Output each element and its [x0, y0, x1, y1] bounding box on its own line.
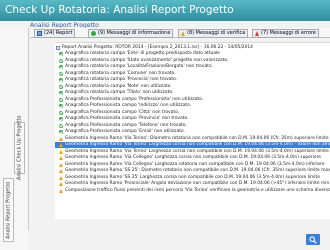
- report-row-text: Geometria Ingresso Ramo 'SS 25' Larghezz…: [65, 174, 320, 180]
- warning-icon: [59, 156, 63, 160]
- report-list[interactable]: Report Analisi Progetto: ROTOR 2014 - [E…: [55, 42, 330, 219]
- report-row-text: Anagrafica Professionista campo 'Profess…: [65, 96, 204, 102]
- warning-icon: [59, 149, 63, 154]
- report-row[interactable]: Anagrafica rotatoria campo 'Stato avanza…: [55, 58, 330, 64]
- report-row-text: Geometria Ingresso Ramo 'Via Collegno' L…: [65, 161, 325, 167]
- warning-icon: [59, 143, 63, 147]
- report-row-text: Anagrafica rotatoria campo 'Comune' non …: [65, 70, 176, 76]
- warning-icon: [59, 182, 63, 186]
- report-row[interactable]: Anagrafica rotatoria campo 'Località/Fra…: [55, 64, 330, 70]
- sidebar-tab-check-up[interactable]: Analisi Check Up Progetto: [14, 116, 25, 180]
- report-row-text: Anagrafica Professionista campo 'Email' …: [65, 129, 185, 134]
- report-row-text: Anagrafica rotatoria campo 'Note' non ut…: [65, 83, 172, 89]
- tab-report-label: (24) Report: [44, 30, 73, 36]
- report-row-text: Anagrafica rotatoria campo 'Titolo' non …: [65, 90, 174, 95]
- report-row[interactable]: Composizione traffico flussi presenti de…: [55, 188, 330, 194]
- report-row[interactable]: Geometria Ingresso Ramo 'Via Torino' Lar…: [55, 149, 330, 155]
- warning-icon: [59, 136, 63, 141]
- ok-check-icon: [59, 91, 63, 95]
- sidebar-tab-analisi-report[interactable]: Analisi Report Progetto: [3, 178, 14, 242]
- report-row-text: Anagrafica rotatoria campo 'Località/Fra…: [65, 64, 213, 69]
- report-row-text: Composizione traffico flussi presenti de…: [65, 187, 330, 193]
- warning-icon: [59, 188, 63, 193]
- report-row[interactable]: Anagrafica rotatoria campo 'Ente' di pro…: [55, 51, 330, 57]
- tab-error-messages[interactable]: (7) Messaggi di errore: [252, 29, 319, 38]
- info-icon: [91, 31, 96, 36]
- report-row-text: Geometria Ingresso Ramo 'Via Torino' Lar…: [65, 148, 329, 154]
- tab-error-label: (7) Messaggi di errore: [261, 30, 316, 36]
- error-icon: [255, 31, 259, 36]
- warning-icon: [59, 175, 63, 180]
- ok-check-icon: [59, 117, 63, 121]
- report-row-text: Geometria Ingresso Ramo 'Via Collegno' L…: [65, 155, 321, 160]
- report-row[interactable]: Anagrafica Professionista campo 'Indiriz…: [55, 103, 330, 109]
- sidebar-tab-label: Analisi Report Progetto: [5, 181, 12, 239]
- report-row-text: Anagrafica Professionista campo 'Provinc…: [65, 116, 189, 121]
- search-button[interactable]: [306, 234, 320, 245]
- report-row[interactable]: Anagrafica Professionista campo 'Telefon…: [55, 123, 330, 129]
- report-row-text: Geometria Ingresso Ramo 'Via Torino': Di…: [65, 135, 330, 141]
- warning-icon: [59, 169, 63, 173]
- sidebar: Analisi Report Progetto Analisi Check Up…: [0, 28, 29, 250]
- tab-verify-label: (8) Messaggi di verifica: [187, 30, 246, 36]
- ok-check-icon: [59, 52, 63, 56]
- report-row-text: Anagrafica rotatoria campo 'Provincia' n…: [65, 77, 178, 82]
- report-row-text: Geometria Ingresso Ramo 'Provinciale' An…: [65, 181, 330, 186]
- report-row-text: Geometria Ingresso Ramo 'Via Torino' Lar…: [65, 142, 330, 147]
- report-row[interactable]: Anagrafica Professionista campo 'Città' …: [55, 110, 330, 116]
- report-row[interactable]: Anagrafica rotatoria campo 'Note' non ut…: [55, 84, 330, 90]
- report-row[interactable]: Geometria Ingresso Ramo 'Via Torino': Di…: [55, 136, 330, 142]
- ok-check-icon: [59, 78, 63, 82]
- report-row-text: Anagrafica rotatoria campo 'Ente' di pro…: [65, 51, 220, 56]
- report-icon: [37, 31, 42, 36]
- report-row[interactable]: Geometria Ingresso Ramo 'Via Collegno' L…: [55, 162, 330, 168]
- report-row[interactable]: Anagrafica rotatoria campo 'Comune' non …: [55, 71, 330, 77]
- report-row-text: Geometria Ingresso Ramo 'SS 25': Diametr…: [65, 168, 330, 173]
- report-row[interactable]: Geometria Ingresso Ramo 'SS 25': Diametr…: [55, 168, 330, 174]
- warning-icon: [181, 31, 185, 36]
- report-row[interactable]: Geometria Ingresso Ramo 'Provinciale' An…: [55, 181, 330, 187]
- report-row-text: Anagrafica rotatoria campo 'Stato avanza…: [65, 57, 229, 63]
- tab-report[interactable]: (24) Report: [34, 29, 76, 38]
- report-row[interactable]: Geometria Ingresso Ramo 'Via Collegno' L…: [55, 155, 330, 161]
- report-row-text: Anagrafica Professionista campo 'Città' …: [65, 109, 180, 115]
- ok-check-icon: [59, 130, 63, 134]
- tab-info-messages[interactable]: (9) Messaggi di informazione: [88, 29, 174, 38]
- bottom-bar: [28, 230, 330, 250]
- report-row-text: Anagrafica Professionista campo 'Indiriz…: [65, 103, 192, 108]
- report-row[interactable]: Geometria Ingresso Ramo 'SS 25' Larghezz…: [55, 175, 330, 181]
- report-row[interactable]: Geometria Ingresso Ramo 'Via Torino' Lar…: [55, 142, 330, 148]
- search-icon: [309, 235, 317, 244]
- warning-icon: [59, 162, 63, 167]
- tab-info-label: (9) Messaggi di informazione: [98, 30, 171, 36]
- report-row[interactable]: Anagrafica Professionista campo 'Email' …: [55, 129, 330, 135]
- filter-toolbar: (24) Report (9) Messaggi di informazione…: [30, 28, 330, 38]
- ok-check-icon: [59, 97, 63, 102]
- report-row[interactable]: Anagrafica Professionista campo 'Provinc…: [55, 116, 330, 122]
- ok-check-icon: [59, 84, 63, 89]
- ok-check-icon: [59, 65, 63, 69]
- ok-check-icon: [59, 110, 63, 115]
- window-title: Check Up Rotatoria: Analisi Report Proge…: [0, 0, 330, 21]
- report-row[interactable]: Anagrafica rotatoria campo 'Provincia' n…: [55, 77, 330, 83]
- tab-verify-messages[interactable]: (8) Messaggi di verifica: [178, 29, 249, 38]
- ok-check-icon: [59, 123, 63, 128]
- document-icon: [56, 46, 60, 50]
- report-row-text: Anagrafica Professionista campo 'Telefon…: [65, 122, 187, 128]
- ok-check-icon: [59, 104, 63, 108]
- report-row[interactable]: Anagrafica rotatoria campo 'Titolo' non …: [55, 90, 330, 96]
- ok-check-icon: [59, 71, 63, 76]
- sidebar-tab-label: Analisi Check Up Progetto: [16, 115, 23, 181]
- report-row[interactable]: Anagrafica Professionista campo 'Profess…: [55, 97, 330, 103]
- ok-check-icon: [59, 58, 63, 63]
